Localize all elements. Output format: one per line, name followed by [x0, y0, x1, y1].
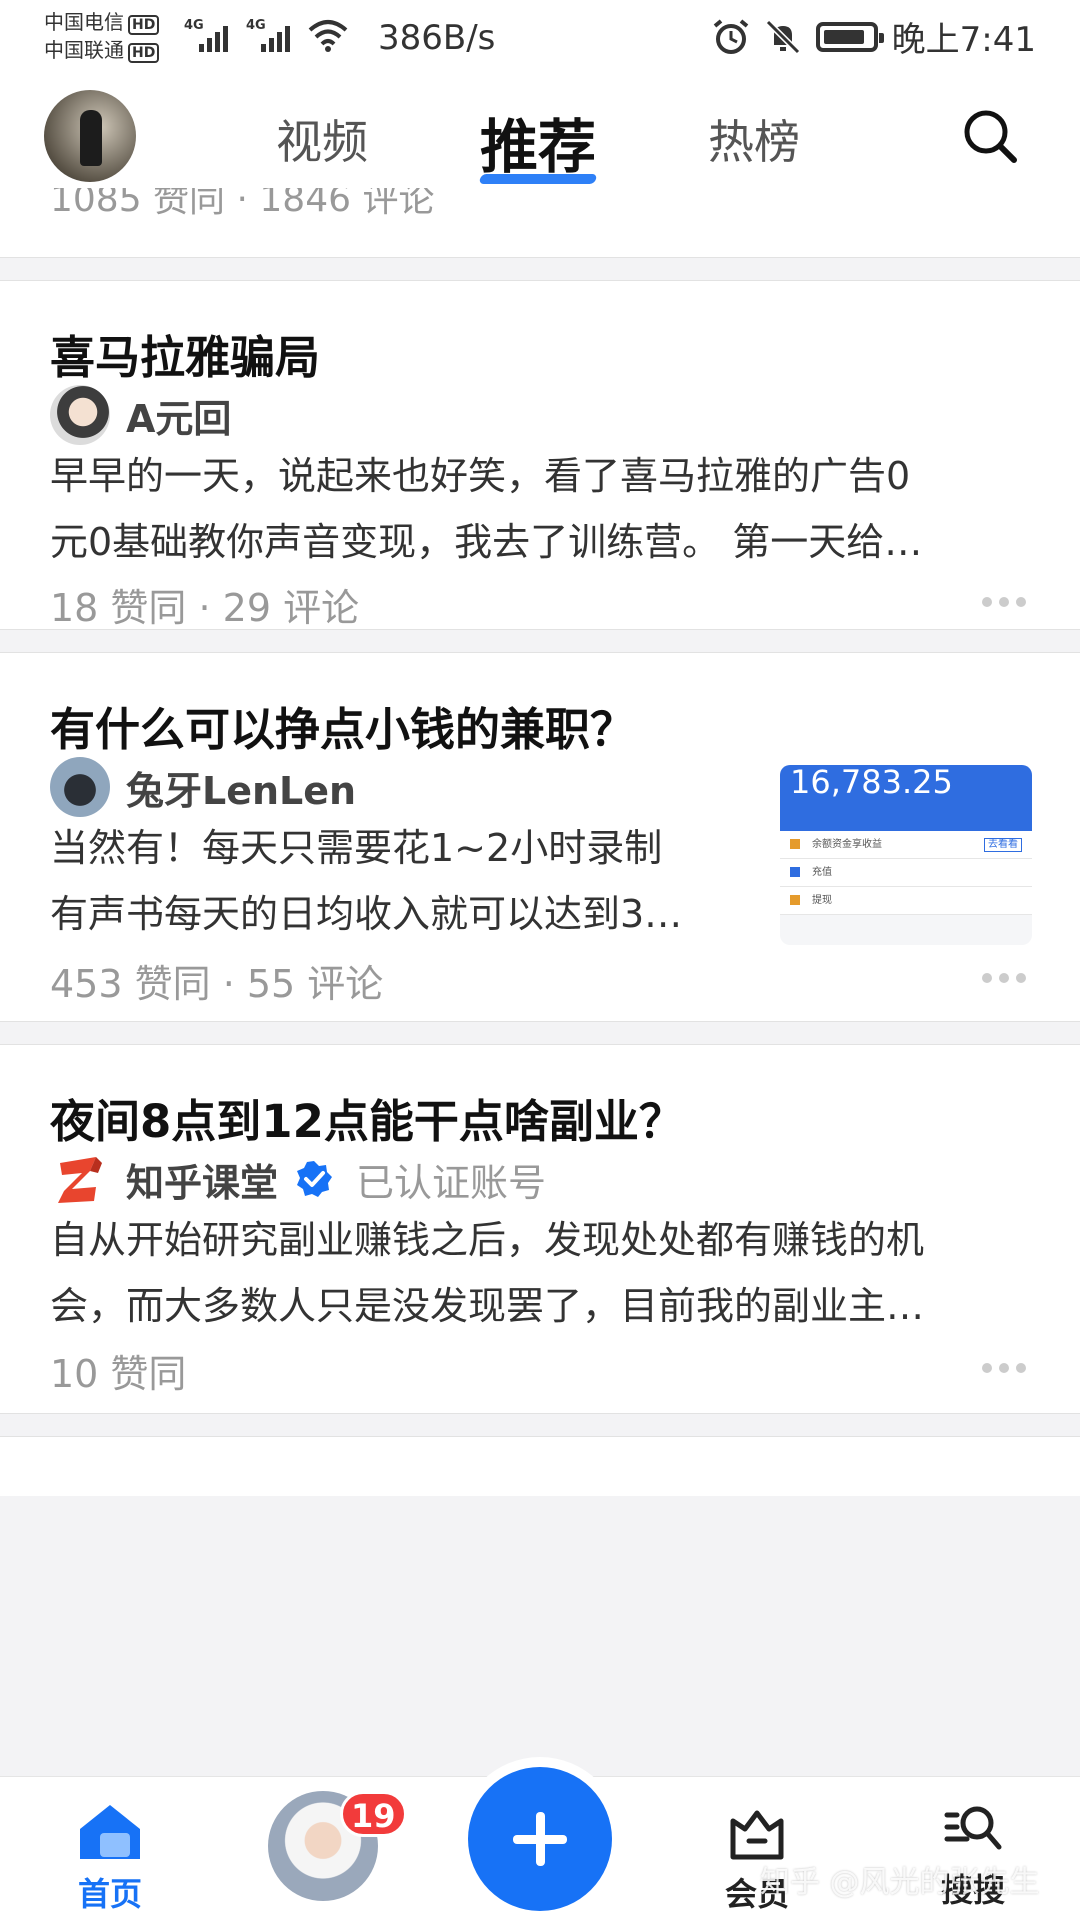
nav-home-label: 首页 — [77, 1875, 142, 1913]
tab-hot[interactable]: 热榜 — [708, 106, 800, 172]
tab-recommend[interactable]: 推荐 — [478, 100, 598, 184]
carrier-2: 中国联通 — [44, 38, 124, 62]
feed-card-partial[interactable] — [0, 1436, 1080, 1496]
mute-icon — [765, 19, 800, 54]
author-name[interactable]: 兔牙LenLen — [126, 760, 356, 815]
tab-video[interactable]: 视频 — [276, 106, 368, 172]
card-meta: 453 赞同 · 55 评论 — [50, 962, 384, 1006]
network-speed: 386B/s — [378, 18, 496, 58]
watermark: 知乎 @风光的张先生 — [760, 1865, 1040, 1900]
carrier-1: 中国电信 — [44, 10, 124, 34]
author-avatar[interactable] — [50, 757, 110, 817]
card-title[interactable]: 喜马拉雅骗局 — [50, 321, 320, 386]
search-icon[interactable] — [960, 106, 1020, 166]
feed-card[interactable]: 夜间8点到12点能干点啥副业？ 知乎课堂 已认证账号 自从开始研究副业赚钱之后，… — [0, 1044, 1080, 1414]
active-tab-indicator — [478, 174, 598, 184]
bottom-nav: 首页 19 会员 搜搜 知乎 @风光的张先生 — [0, 1767, 1080, 1920]
author-avatar[interactable] — [50, 385, 110, 445]
create-button[interactable] — [468, 1767, 612, 1911]
more-options-icon[interactable] — [982, 1363, 1026, 1373]
signal-icon: 4G — [184, 18, 228, 52]
author-name[interactable]: 知乎课堂 — [126, 1152, 278, 1207]
excerpt-line: 元0基础教你声音变现，我去了训练营。 第一天给… — [50, 520, 923, 564]
alarm-icon — [713, 18, 748, 54]
more-options-icon[interactable] — [982, 597, 1026, 607]
search-list-icon — [944, 1806, 1002, 1850]
feed-card-partial[interactable]: 1085 赞同 · 1846 评论 — [0, 188, 1080, 258]
card-excerpt[interactable]: 当然有！每天只需要花1~2小时录制 有声书每天的日均收入就可以达到3… — [50, 815, 682, 947]
top-nav: 视频 推荐 热榜 — [0, 78, 1080, 188]
excerpt-line: 早早的一天，说起来也好笑，看了喜马拉雅的广告0 — [50, 454, 911, 498]
author-row[interactable]: 兔牙LenLen — [50, 757, 356, 817]
zhihu-course-logo-icon[interactable] — [50, 1149, 110, 1209]
feed: 1085 赞同 · 1846 评论 喜马拉雅骗局 A元回 早早的一天，说起来也好… — [0, 188, 1080, 1496]
thumbnail-amount: 16,783.25 — [780, 765, 1032, 831]
profile-avatar[interactable] — [44, 90, 136, 182]
home-icon — [80, 1805, 140, 1859]
nav-home[interactable]: 首页 — [70, 1803, 150, 1915]
card-title[interactable]: 有什么可以挣点小钱的兼职？ — [50, 693, 635, 758]
feed-card[interactable]: 有什么可以挣点小钱的兼职？ 兔牙LenLen 当然有！每天只需要花1~2小时录制… — [0, 652, 1080, 1022]
card-meta: 18 赞同 · 29 评论 — [50, 586, 360, 630]
feed-card[interactable]: 喜马拉雅骗局 A元回 早早的一天，说起来也好笑，看了喜马拉雅的广告0 元0基础教… — [0, 280, 1080, 630]
battery-icon — [815, 21, 884, 52]
card-title[interactable]: 夜间8点到12点能干点啥副业？ — [50, 1085, 684, 1150]
signal-icon: 4G — [246, 18, 290, 52]
excerpt-line: 会，而大多数人只是没发现罢了，目前我的副业主… — [50, 1284, 925, 1328]
card-excerpt[interactable]: 自从开始研究副业赚钱之后，发现处处都有赚钱的机 会，而大多数人只是没发现罢了，目… — [50, 1207, 924, 1339]
notification-badge: 19 — [340, 1791, 407, 1837]
wifi-icon — [308, 20, 348, 52]
card-meta: 10 赞同 — [50, 1352, 187, 1396]
hd-icon: HD — [128, 43, 160, 63]
thumbnail-row: 余额资金享收益 去看看 — [780, 831, 1032, 859]
verified-badge-icon — [297, 1161, 333, 1197]
author-name[interactable]: A元回 — [126, 388, 231, 443]
more-options-icon[interactable] — [982, 973, 1026, 983]
excerpt-line: 有声书每天的日均收入就可以达到3… — [50, 892, 683, 936]
tab-recommend-label: 推荐 — [480, 113, 597, 181]
hd-icon: HD — [128, 15, 160, 35]
author-row[interactable]: 知乎课堂 已认证账号 — [50, 1149, 546, 1209]
status-right: 晚上7:41 — [712, 12, 1036, 61]
card-excerpt[interactable]: 早早的一天，说起来也好笑，看了喜马拉雅的广告0 元0基础教你声音变现，我去了训练… — [50, 443, 922, 575]
thumbnail-row: 提现 — [780, 887, 1032, 915]
excerpt-line: 自从开始研究副业赚钱之后，发现处处都有赚钱的机 — [50, 1218, 925, 1262]
verified-label: 已认证账号 — [356, 1160, 547, 1205]
excerpt-line: 当然有！每天只需要花1~2小时录制 — [50, 826, 663, 870]
carrier-info: 中国电信 HD 中国联通 HD — [44, 8, 160, 64]
thumbnail-row: 充值 — [780, 859, 1032, 887]
vip-crown-icon — [730, 1810, 784, 1860]
card-meta: 1085 赞同 · 1846 评论 — [50, 188, 435, 220]
author-row[interactable]: A元回 — [50, 385, 231, 445]
signal-indicators: 4G 4G — [184, 18, 348, 52]
status-bar: 中国电信 HD 中国联通 HD 4G 4G 386B/s 晚上7:41 — [0, 0, 1080, 78]
clock: 晚上7:41 — [891, 20, 1036, 60]
card-thumbnail[interactable]: 16,783.25 余额资金享收益 去看看 充值 提现 — [780, 765, 1032, 945]
